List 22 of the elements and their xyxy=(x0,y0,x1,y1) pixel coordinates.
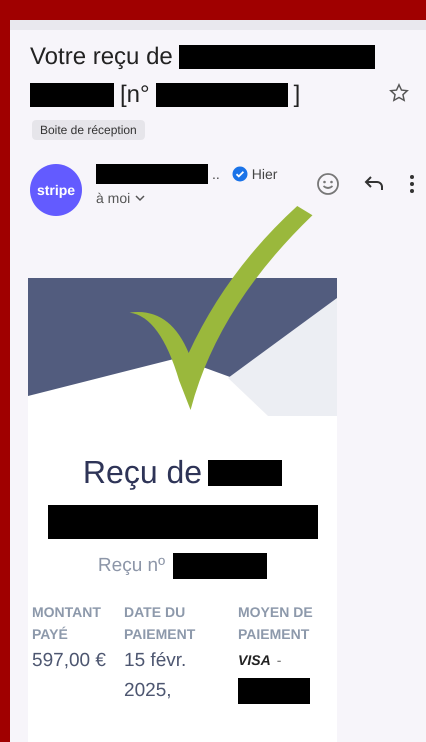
receipt-title: Reçu de xyxy=(82,454,202,491)
card-brand: VISA xyxy=(238,652,271,668)
subject-text: ] xyxy=(294,81,300,109)
column-value: 2025, xyxy=(124,679,173,704)
column-heading: DATE DU PAIEMENT xyxy=(124,603,196,644)
separator-text: - xyxy=(276,652,282,668)
receipt-number: Reçu nº xyxy=(98,555,166,577)
column-heading: MONTANT PAYÉ xyxy=(32,603,102,644)
email-time: Hier xyxy=(252,166,278,182)
inbox-label[interactable]: Boite de réception xyxy=(32,120,145,140)
more-icon[interactable] xyxy=(408,172,416,196)
redaction-bar xyxy=(238,678,310,704)
star-icon[interactable] xyxy=(388,82,410,104)
column-heading: MOYEN DE PAIEMENT xyxy=(238,603,314,644)
emoji-icon[interactable] xyxy=(316,172,340,196)
sender-avatar: stripe xyxy=(30,164,82,216)
recipient-text[interactable]: à moi xyxy=(96,190,130,206)
subject-text: Votre reçu de xyxy=(30,43,173,71)
column-value: 15 févr. xyxy=(124,648,188,673)
subject-text: [n° xyxy=(120,81,150,109)
column-value: 597,00 € xyxy=(32,648,107,673)
sender-ellipsis: .. xyxy=(212,166,220,182)
